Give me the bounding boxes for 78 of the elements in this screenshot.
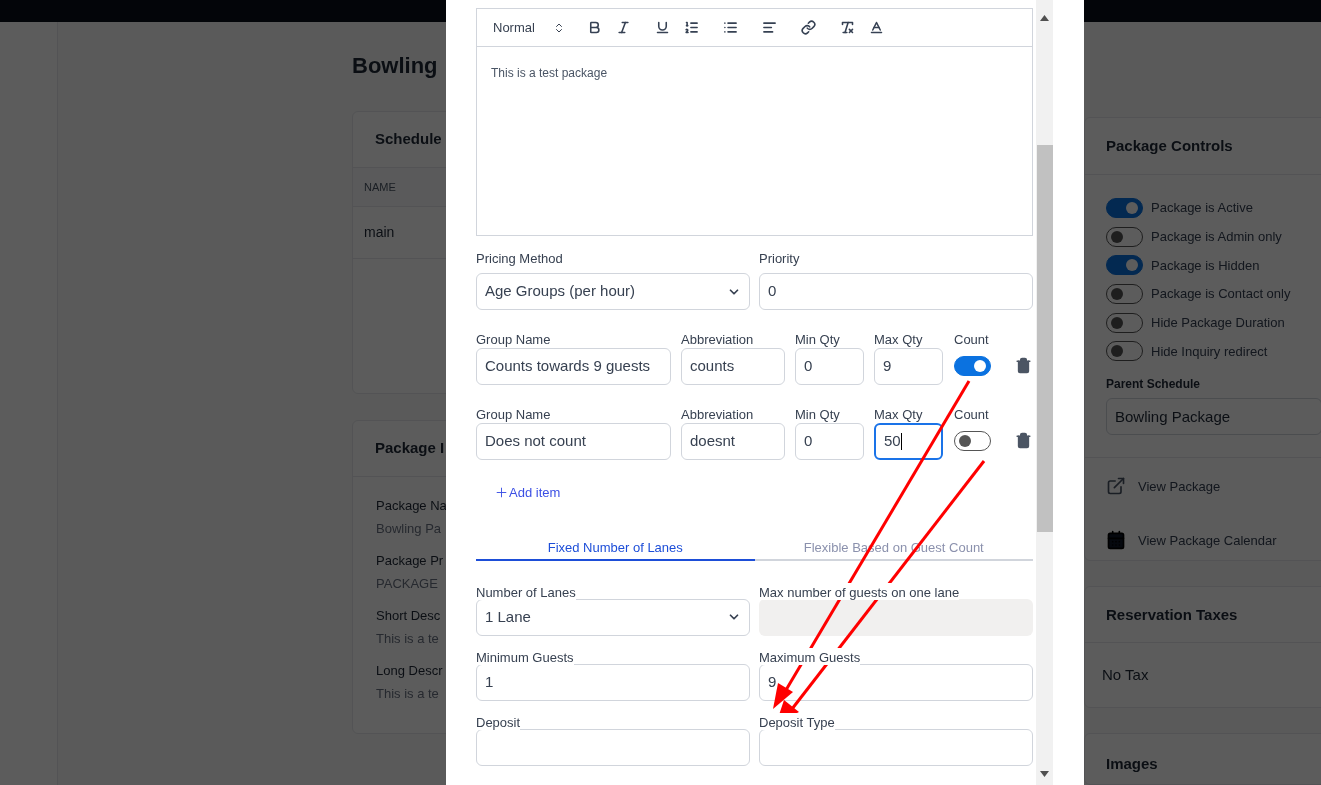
field-label: Long Descr	[376, 662, 443, 680]
group-input[interactable]: 0	[795, 423, 864, 460]
pricing-method-select[interactable]: Age Groups (per hour)	[476, 273, 750, 310]
toggle-switch[interactable]	[1106, 312, 1143, 333]
toggle-switch[interactable]	[1106, 255, 1143, 276]
field-label: Priority	[759, 250, 801, 268]
field-label: Count	[954, 331, 990, 347]
underline-icon[interactable]	[654, 20, 670, 35]
page-title: Bowling	[352, 52, 438, 80]
italic-icon[interactable]	[615, 20, 631, 35]
field-label: Maximum Guests	[759, 647, 861, 665]
table-cell-text: main	[364, 223, 395, 242]
field-label: Deposit Type	[759, 712, 835, 730]
field-label: Abbreviation	[681, 331, 755, 347]
lane-tab[interactable]: Fixed Number of Lanes	[476, 536, 755, 561]
group-input[interactable]: Counts towards 9 guests	[476, 348, 671, 385]
delete-icon[interactable]	[1015, 357, 1032, 374]
input-field[interactable]	[476, 728, 750, 766]
plus-icon	[494, 485, 509, 501]
bullet-list-icon[interactable]	[722, 20, 738, 35]
toggle-switch[interactable]	[1106, 341, 1143, 362]
field-label: Min Qty	[795, 331, 841, 347]
field-label: Group Name	[476, 406, 552, 422]
scroll-down-icon[interactable]	[1040, 771, 1049, 777]
toggle-switch[interactable]	[954, 431, 991, 451]
group-input[interactable]: 0	[795, 348, 864, 385]
toggle-switch[interactable]	[1106, 198, 1143, 218]
column-header: NAME	[364, 179, 396, 195]
toggle-label: Hide Inquiry redirect	[1151, 342, 1268, 361]
card-title: Schedule	[375, 129, 442, 150]
field-label: Short Desc	[376, 607, 441, 625]
add-item-button[interactable]: Add item	[494, 483, 561, 503]
group-input[interactable]: 9	[874, 348, 943, 385]
field-label: Min Qty	[795, 406, 841, 422]
field-label: Max Qty	[874, 406, 924, 422]
toggle-label: Package is Admin only	[1151, 227, 1282, 246]
link-icon[interactable]	[800, 20, 816, 35]
scrollbar[interactable]	[1036, 0, 1053, 785]
calendar-icon	[1106, 530, 1126, 551]
field-label: Max number of guests on one lane	[759, 582, 960, 600]
group-input[interactable]: doesnt	[681, 423, 785, 460]
field-label: Max Qty	[874, 331, 924, 347]
text-color-icon[interactable]	[868, 20, 884, 35]
card-title: Images	[1106, 755, 1158, 773]
tax-value: No Tax	[1102, 665, 1149, 686]
field-label: Count	[954, 406, 990, 422]
priority-field[interactable]: 0	[759, 273, 1033, 310]
card-title: Reservation Taxes	[1106, 604, 1238, 625]
ordered-list-icon[interactable]	[683, 20, 699, 35]
card-title: Package I	[375, 438, 445, 459]
field-label: Parent Schedule	[1106, 376, 1202, 394]
delete-icon[interactable]	[1015, 432, 1032, 449]
field-label: Group Name	[476, 331, 552, 347]
group-input[interactable]: counts	[681, 348, 785, 385]
field-label: Package Na	[376, 497, 447, 515]
group-input[interactable]: Does not count	[476, 423, 671, 460]
toggle-label: Hide Package Duration	[1151, 314, 1285, 332]
format-select[interactable]: Normal	[493, 17, 565, 38]
toggle-switch[interactable]	[1106, 284, 1143, 305]
field-label: Abbreviation	[681, 406, 755, 422]
card-title: Package Controls	[1106, 135, 1233, 156]
toggle-label: Package is Contact only	[1151, 285, 1291, 304]
lanes-select[interactable]: 1 Lane	[476, 598, 750, 636]
external-link-icon	[1106, 476, 1126, 497]
align-left-icon[interactable]	[761, 20, 777, 35]
input-field[interactable]: 1	[476, 663, 750, 701]
scroll-up-icon[interactable]	[1040, 15, 1049, 21]
field-label: Package Pr	[376, 552, 444, 570]
group-input[interactable]: 50	[874, 423, 943, 460]
clear-format-icon[interactable]	[839, 20, 855, 35]
editor-text[interactable]: This is a test package	[491, 66, 608, 80]
field-label: Pricing Method	[476, 250, 564, 268]
input-field[interactable]	[759, 728, 1033, 766]
toggle-switch[interactable]	[954, 356, 991, 376]
input-field[interactable]: 9	[759, 663, 1033, 701]
toggle-label: Package is Hidden	[1151, 256, 1260, 275]
toggle-switch[interactable]	[1106, 226, 1143, 247]
toggle-label: Package is Active	[1151, 199, 1253, 218]
